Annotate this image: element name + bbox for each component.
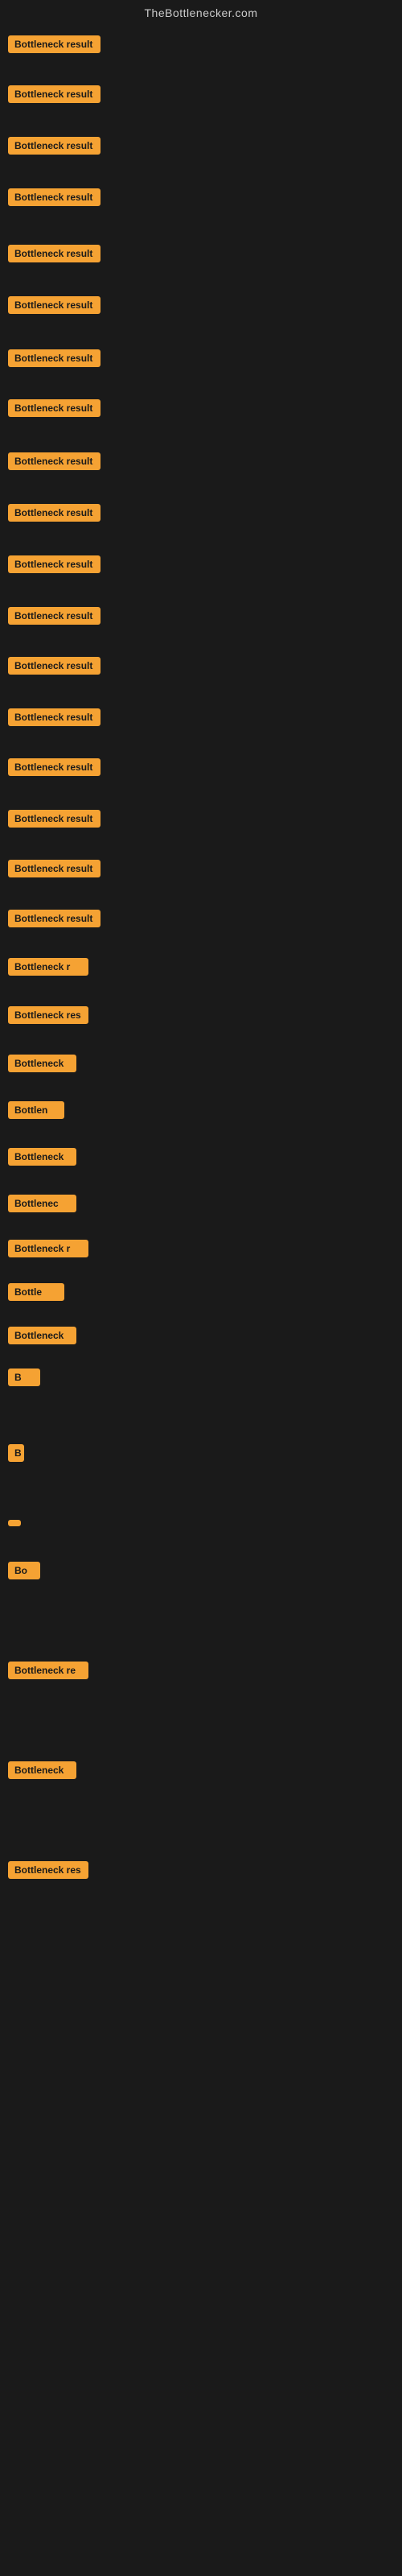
bottleneck-badge-20[interactable]: Bottleneck res — [8, 1006, 88, 1024]
bottleneck-row-13: Bottleneck result — [0, 652, 402, 679]
bottleneck-row-9: Bottleneck result — [0, 448, 402, 475]
bottleneck-badge-11[interactable]: Bottleneck result — [8, 555, 100, 573]
bottleneck-badge-6[interactable]: Bottleneck result — [8, 296, 100, 314]
bottleneck-badge-18[interactable]: Bottleneck result — [8, 910, 100, 927]
bottleneck-row-19: Bottleneck r — [0, 953, 402, 980]
bottleneck-row-17: Bottleneck result — [0, 855, 402, 882]
bottleneck-badge-5[interactable]: Bottleneck result — [8, 245, 100, 262]
bottleneck-row-14: Bottleneck result — [0, 704, 402, 731]
bottleneck-row-15: Bottleneck result — [0, 753, 402, 781]
bottleneck-badge-24[interactable]: Bottlenec — [8, 1195, 76, 1212]
bottleneck-badge-10[interactable]: Bottleneck result — [8, 504, 100, 522]
bottleneck-badge-21[interactable]: Bottleneck — [8, 1055, 76, 1072]
bottleneck-badge-4[interactable]: Bottleneck result — [8, 188, 100, 206]
bottleneck-row-33: Bottleneck — [0, 1757, 402, 1784]
bottleneck-badge-17[interactable]: Bottleneck result — [8, 860, 100, 877]
site-title: TheBottlenecker.com — [144, 6, 257, 19]
bottleneck-badge-8[interactable]: Bottleneck result — [8, 399, 100, 417]
bottleneck-row-21: Bottleneck — [0, 1050, 402, 1077]
bottleneck-row-34: Bottleneck res — [0, 1856, 402, 1884]
bottleneck-badge-9[interactable]: Bottleneck result — [8, 452, 100, 470]
bottleneck-row-28: B — [0, 1364, 402, 1391]
bottleneck-badge-2[interactable]: Bottleneck result — [8, 85, 100, 103]
bottleneck-badge-1[interactable]: Bottleneck result — [8, 35, 100, 53]
bottleneck-badge-23[interactable]: Bottleneck — [8, 1148, 76, 1166]
bottleneck-row-32: Bottleneck re — [0, 1657, 402, 1684]
bottleneck-badge-3[interactable]: Bottleneck result — [8, 137, 100, 155]
bottleneck-badge-32[interactable]: Bottleneck re — [8, 1662, 88, 1679]
bottleneck-row-1: Bottleneck result — [0, 31, 402, 58]
bottleneck-badge-12[interactable]: Bottleneck result — [8, 607, 100, 625]
bottleneck-badge-29[interactable]: B — [8, 1444, 24, 1462]
bottleneck-badge-13[interactable]: Bottleneck result — [8, 657, 100, 675]
bottleneck-row-22: Bottlen — [0, 1096, 402, 1124]
bottleneck-row-29: B — [0, 1439, 402, 1467]
bottleneck-row-3: Bottleneck result — [0, 132, 402, 159]
bottleneck-row-25: Bottleneck r — [0, 1235, 402, 1262]
bottleneck-row-4: Bottleneck result — [0, 184, 402, 211]
bottleneck-row-18: Bottleneck result — [0, 905, 402, 932]
bottleneck-row-26: Bottle — [0, 1278, 402, 1306]
bottleneck-row-12: Bottleneck result — [0, 602, 402, 630]
bottleneck-row-11: Bottleneck result — [0, 551, 402, 578]
bottleneck-row-27: Bottleneck — [0, 1322, 402, 1349]
bottleneck-badge-25[interactable]: Bottleneck r — [8, 1240, 88, 1257]
bottleneck-row-2: Bottleneck result — [0, 80, 402, 108]
bottleneck-row-23: Bottleneck — [0, 1143, 402, 1170]
bottleneck-row-5: Bottleneck result — [0, 240, 402, 267]
bottleneck-row-31: Bo — [0, 1557, 402, 1584]
bottleneck-badge-16[interactable]: Bottleneck result — [8, 810, 100, 828]
bottleneck-badge-14[interactable]: Bottleneck result — [8, 708, 100, 726]
site-header: TheBottlenecker.com — [0, 0, 402, 23]
bottleneck-badge-22[interactable]: Bottlen — [8, 1101, 64, 1119]
bottleneck-row-20: Bottleneck res — [0, 1001, 402, 1029]
bottleneck-row-16: Bottleneck result — [0, 805, 402, 832]
bottleneck-badge-27[interactable]: Bottleneck — [8, 1327, 76, 1344]
bottleneck-row-6: Bottleneck result — [0, 291, 402, 319]
bottleneck-badge-19[interactable]: Bottleneck r — [8, 958, 88, 976]
bottleneck-row-7: Bottleneck result — [0, 345, 402, 372]
bottleneck-badge-28[interactable]: B — [8, 1368, 40, 1386]
bottleneck-row-30 — [0, 1515, 402, 1531]
bottleneck-row-8: Bottleneck result — [0, 394, 402, 422]
results-list: Bottleneck result Bottleneck result Bottle… — [0, 31, 402, 1884]
bottleneck-badge-7[interactable]: Bottleneck result — [8, 349, 100, 367]
bottleneck-badge-31[interactable]: Bo — [8, 1562, 40, 1579]
bottleneck-row-10: Bottleneck result — [0, 499, 402, 526]
bottleneck-row-24: Bottlenec — [0, 1190, 402, 1217]
bottleneck-badge-26[interactable]: Bottle — [8, 1283, 64, 1301]
bottleneck-badge-30[interactable] — [8, 1520, 21, 1526]
bottleneck-badge-33[interactable]: Bottleneck — [8, 1761, 76, 1779]
bottleneck-badge-15[interactable]: Bottleneck result — [8, 758, 100, 776]
bottleneck-badge-34[interactable]: Bottleneck res — [8, 1861, 88, 1879]
